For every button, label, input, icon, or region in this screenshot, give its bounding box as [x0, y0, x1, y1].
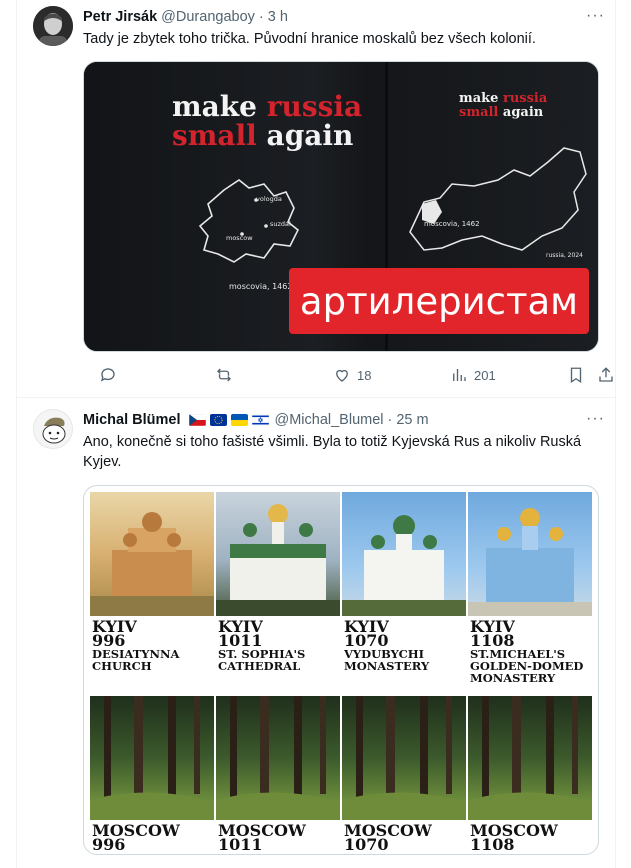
tweet-text: Tady je zbytek toho trička. Původní hran…: [83, 31, 536, 47]
author-name[interactable]: Michal Blümel: [83, 412, 181, 428]
map-label: moscovia, 1462: [229, 282, 293, 291]
moscovia-map-outline: [198, 179, 300, 263]
like-button[interactable]: 18: [333, 360, 371, 390]
avatar-photo: [33, 6, 73, 46]
map-label: moscow: [226, 234, 253, 242]
reply-icon: [100, 368, 115, 382]
tweet[interactable]: Michal Blümel @Michal_Blumel · 25 m ··· …: [17, 399, 617, 868]
caption: KYIV 1011 ST. SOPHIA'S CATHEDRAL: [218, 617, 306, 673]
more-options-icon[interactable]: ···: [586, 7, 605, 25]
heart-icon: [336, 369, 348, 382]
ukraine-flag-icon: [230, 414, 248, 426]
view-count: 201: [474, 367, 496, 383]
timestamp[interactable]: 3 h: [268, 9, 288, 25]
avatar[interactable]: [33, 409, 73, 449]
caption-banner: артилеристам: [289, 268, 589, 334]
caption: KYIV 996 DESIATYNNA CHURCH: [92, 617, 180, 673]
cathedral-photo: [216, 492, 340, 616]
timeline-feed: Petr Jirsák @Durangaboy · 3 h ··· Tady j…: [16, 0, 617, 868]
tshirt-slogan-left: make russia small again: [172, 90, 363, 153]
russia-map-outline: [409, 147, 587, 251]
caption: MOSCOW 1108: [470, 821, 558, 854]
tweet[interactable]: Petr Jirsák @Durangaboy · 3 h ··· Tady j…: [17, 0, 617, 398]
share-button[interactable]: [597, 360, 615, 390]
reply-button[interactable]: [99, 360, 117, 390]
czech-flag-icon: [188, 414, 206, 426]
share-icon: [599, 367, 613, 382]
map-label: moscovia, 1462: [424, 220, 480, 228]
golden-domed-monastery-photo: [468, 492, 592, 616]
tshirt-slogan-right: make russia small again: [459, 91, 548, 120]
caption: MOSCOW 1011: [218, 821, 306, 854]
forest-photo: [468, 696, 592, 820]
caption: KYIV 1108 ST.MICHAEL'S GOLDEN-DOMED MONA…: [470, 617, 584, 685]
tweet-actions: 18 201: [83, 360, 617, 390]
like-count: 18: [357, 367, 372, 383]
caption: MOSCOW 996: [92, 821, 180, 854]
retweet-button[interactable]: [215, 360, 233, 390]
forest-photo: [216, 696, 340, 820]
forest-photo: [342, 696, 466, 820]
israel-flag-icon: [251, 414, 269, 426]
tweet-text: Ano, konečně si toho fašisté všimli. Byl…: [83, 434, 582, 470]
retweet-icon: [217, 368, 231, 382]
author-name[interactable]: Petr Jirsák: [83, 9, 157, 25]
separator: ·: [258, 9, 264, 25]
timestamp[interactable]: 25 m: [396, 412, 428, 428]
tweet-photo[interactable]: KYIV 996 DESIATYNNA CHURCH KYIV 1011 ST.…: [83, 485, 599, 855]
map-label: russia, 2024: [546, 252, 583, 259]
separator: ·: [387, 412, 393, 428]
author-handle[interactable]: @Durangaboy: [161, 9, 255, 25]
map-label: suzdal: [270, 220, 291, 228]
bookmark-icon: [570, 367, 582, 384]
tweet-header: Petr Jirsák @Durangaboy · 3 h ···: [83, 7, 605, 27]
tweet-photo[interactable]: make russia small again make russia smal…: [83, 61, 599, 352]
avatar-cartoon: [34, 410, 72, 448]
eu-flag-icon: [209, 414, 227, 426]
avatar[interactable]: [33, 6, 73, 46]
monastery-photo: [342, 492, 466, 616]
tweet-header: Michal Blümel @Michal_Blumel · 25 m ···: [83, 410, 605, 430]
comparison-grid: KYIV 996 DESIATYNNA CHURCH KYIV 1011 ST.…: [90, 492, 592, 854]
author-handle[interactable]: @Michal_Blumel: [275, 412, 384, 428]
more-options-icon[interactable]: ···: [586, 410, 605, 428]
caption: KYIV 1070 VYDUBYCHI MONASTERY: [344, 617, 430, 673]
views-button[interactable]: 201: [450, 360, 496, 390]
caption: MOSCOW 1070: [344, 821, 432, 854]
church-illustration: [90, 492, 214, 616]
analytics-icon: [453, 369, 466, 381]
bookmark-button[interactable]: [567, 360, 585, 390]
map-label: vologda: [256, 195, 282, 203]
forest-photo: [90, 696, 214, 820]
